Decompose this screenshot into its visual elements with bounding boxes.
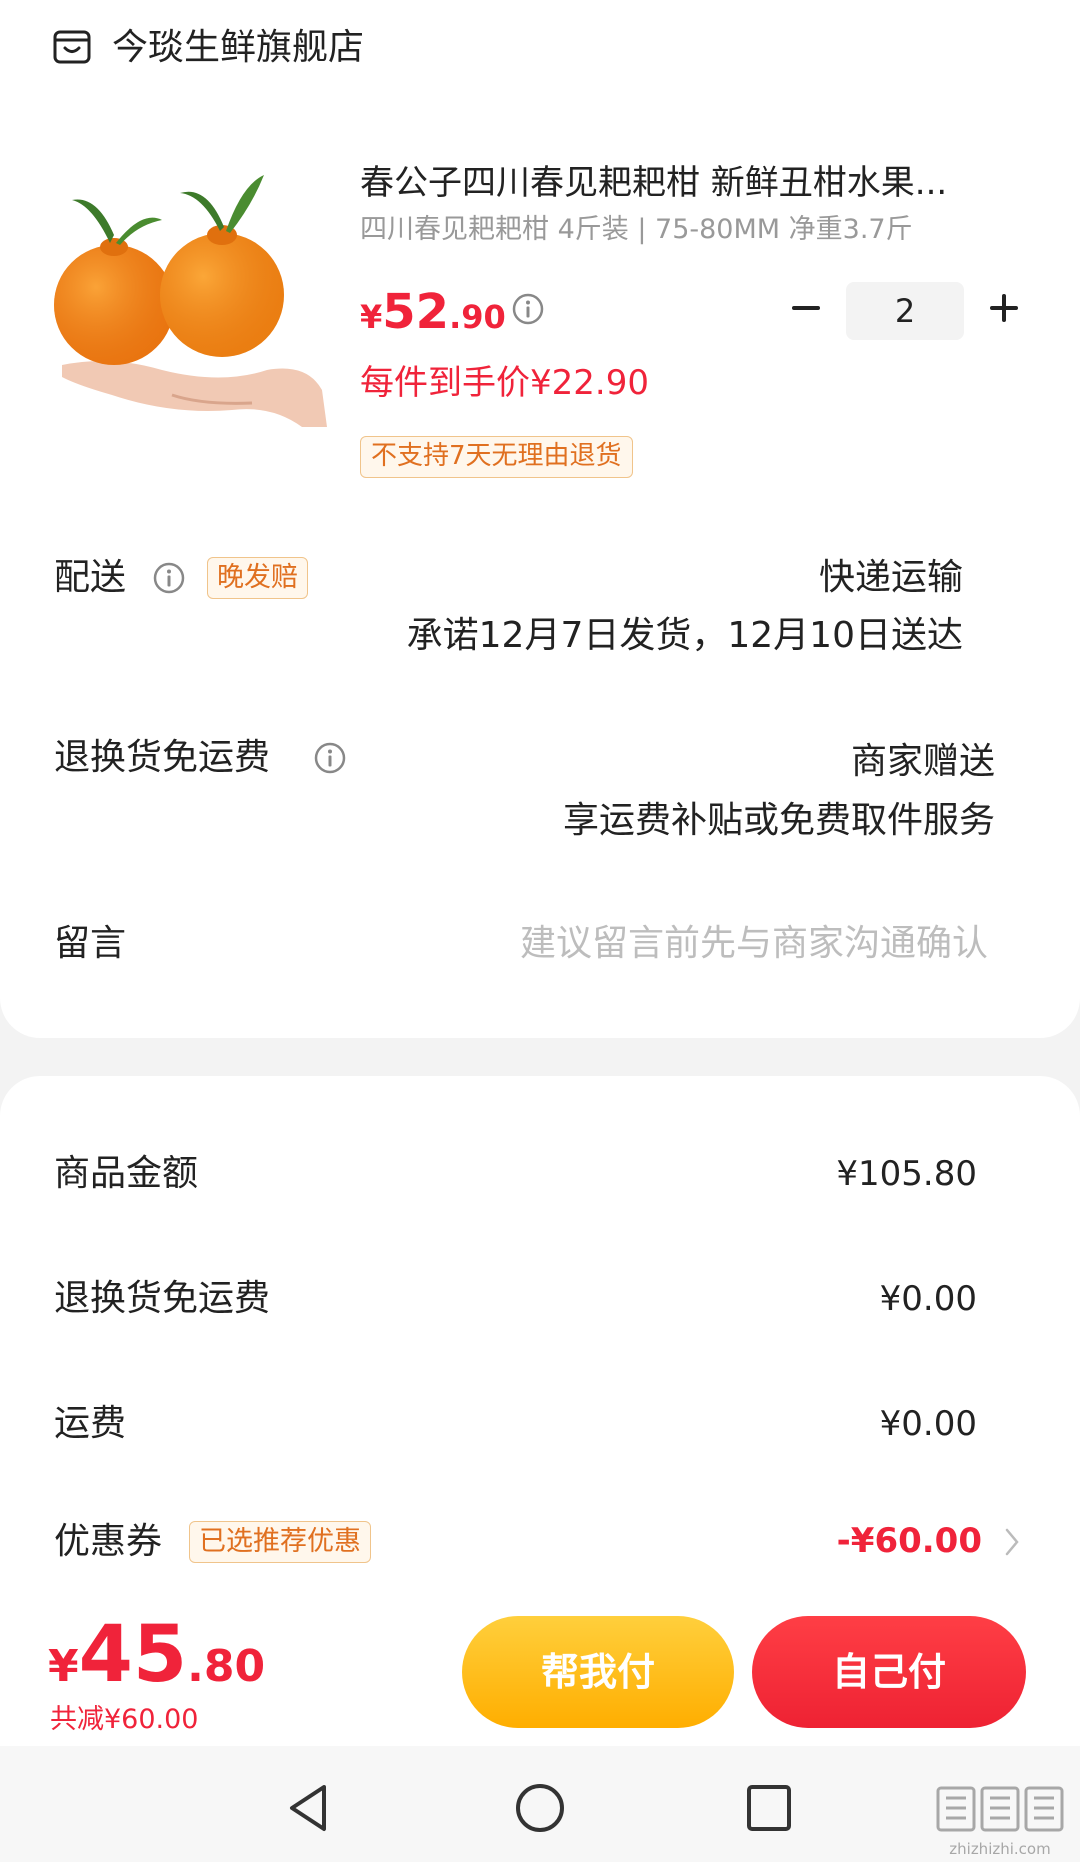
shipping-fee-value: ¥0.00 xyxy=(879,1404,977,1444)
help-me-pay-button[interactable]: 帮我付 xyxy=(462,1616,734,1728)
pay-myself-button[interactable]: 自己付 xyxy=(752,1616,1026,1728)
delivery-promise: 承诺12月7日发货，12月10日送达 xyxy=(406,615,963,656)
return-shipping-label: 退换货免运费 xyxy=(54,737,271,778)
product-spec[interactable]: 四川春见耙耙柑 4斤装 | 75-80MM 净重3.7斤 xyxy=(360,210,913,250)
price-info-icon[interactable] xyxy=(512,293,544,325)
quantity-input[interactable]: 2 xyxy=(846,282,964,340)
late-delivery-compensation-tag[interactable]: 晚发赔 xyxy=(207,557,308,599)
store-icon xyxy=(53,30,91,64)
total-integer: 45 xyxy=(78,1610,188,1700)
product-price: ¥52.90 xyxy=(360,284,506,340)
message-label: 留言 xyxy=(54,923,127,964)
watermark-logo: zhizhizhi.com xyxy=(936,1786,1064,1858)
coupon-value[interactable]: -¥60.00 xyxy=(837,1518,982,1564)
return-shipping-fee-label: 退换货免运费 xyxy=(54,1278,271,1319)
delivery-label: 配送 xyxy=(54,557,127,598)
return-shipping-fee-value: ¥0.00 xyxy=(879,1279,977,1319)
return-shipping-info-icon[interactable] xyxy=(314,742,346,774)
goods-amount-value: ¥105.80 xyxy=(836,1154,977,1194)
delivery-method[interactable]: 快递运输 xyxy=(819,554,963,602)
total-price: ¥45.80 xyxy=(48,1610,265,1700)
total-symbol: ¥ xyxy=(48,1641,79,1692)
order-card xyxy=(0,0,1080,1038)
price-integer: 52 xyxy=(382,284,450,340)
store-name[interactable]: 今琰生鲜旗舰店 xyxy=(112,24,364,72)
price-symbol: ¥ xyxy=(360,298,383,336)
return-shipping-desc: 享运费补贴或免费取件服务 xyxy=(562,800,995,841)
goods-amount-label: 商品金额 xyxy=(54,1153,199,1194)
increase-quantity-button[interactable] xyxy=(986,290,1022,326)
decrease-quantity-button[interactable] xyxy=(788,290,824,326)
product-image[interactable] xyxy=(52,165,327,427)
back-icon[interactable] xyxy=(284,1782,332,1834)
return-shipping-value: 商家赠送 xyxy=(850,741,995,782)
recents-icon[interactable] xyxy=(746,1784,792,1832)
total-discount: 共减¥60.00 xyxy=(50,1704,199,1735)
coupon-label[interactable]: 优惠券 xyxy=(54,1518,162,1566)
price-decimal: .90 xyxy=(449,298,506,336)
per-item-price: 每件到手价¥22.90 xyxy=(360,363,649,403)
shipping-fee-label: 运费 xyxy=(54,1403,127,1444)
total-decimal: .80 xyxy=(187,1641,266,1692)
product-title[interactable]: 春公子四川春见耙耙柑 新鲜丑柑水果... xyxy=(360,160,1020,206)
delivery-info-icon[interactable] xyxy=(153,562,185,594)
return-policy-tag: 不支持7天无理由退货 xyxy=(360,436,633,478)
home-icon[interactable] xyxy=(514,1782,566,1834)
message-input[interactable]: 建议留言前先与商家沟通确认 xyxy=(520,920,988,968)
svg-text:zhizhizhi.com: zhizhizhi.com xyxy=(949,1840,1050,1858)
coupon-tag: 已选推荐优惠 xyxy=(189,1521,371,1563)
chevron-right-icon[interactable] xyxy=(1003,1526,1021,1558)
